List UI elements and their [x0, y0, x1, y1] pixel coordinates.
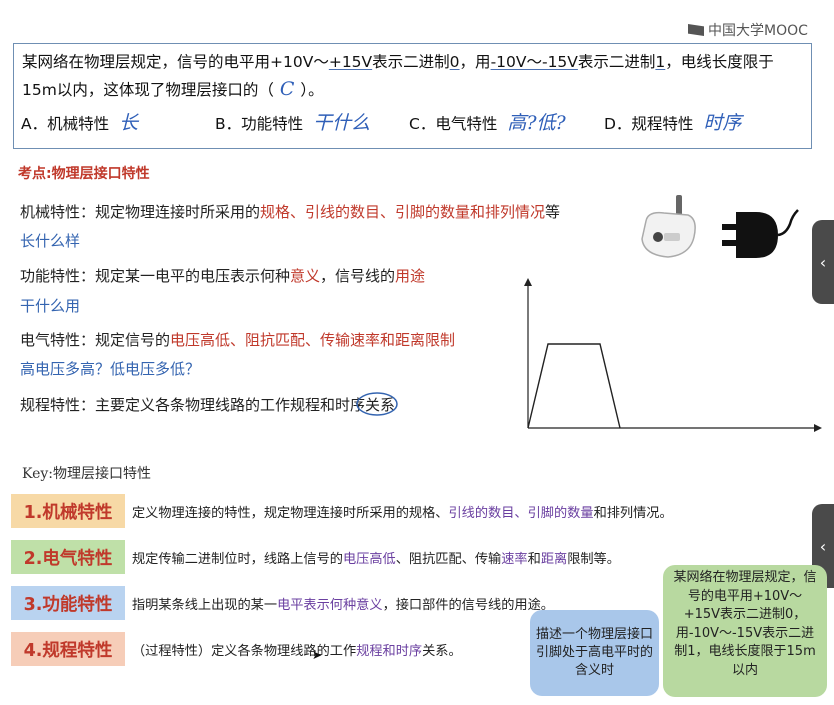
handwritten-note: 长: [119, 112, 139, 134]
signal-waveform-diagram: [524, 278, 822, 432]
key-title: Key:物理层接口特性: [22, 466, 151, 482]
side-panel-toggle-top[interactable]: ‹: [812, 220, 834, 304]
question-text: 表示二进制: [372, 53, 450, 71]
question-line-1: 某网络在物理层规定，信号的电平用+10V～+15V表示二进制0，用-10V～-1…: [22, 50, 774, 72]
key-desc-electrical: 规定传输二进制位时，线路上信号的电压高低、阻抗匹配、传输速率和距离限制等。: [132, 552, 620, 567]
handwritten-note: 时序: [703, 112, 742, 134]
option-c: C．电气特性 高?低?: [409, 112, 566, 134]
chevron-left-icon: ‹: [819, 536, 827, 556]
procedural-definition: 规程特性：主要定义各条物理线路的工作规程和时序关系: [20, 396, 396, 414]
handwritten-answer: C: [279, 78, 295, 100]
mouse-cursor-icon: ➤: [312, 648, 323, 662]
electrical-subtitle: 高电压多高？低电压多低？: [20, 360, 201, 378]
topic-title: 考点:物理层接口特性: [18, 166, 150, 182]
handwritten-note: 高?低?: [507, 112, 566, 134]
badge-mechanical: 1.机械特性: [11, 494, 125, 528]
badge-electrical: 2.电气特性: [11, 540, 125, 574]
question-text: ）。: [300, 81, 324, 99]
annotation-bubble-green: 某网络在物理层规定，信号的电平用+10V～+15V表示二进制0，用-10V～-1…: [663, 565, 827, 697]
power-plug-icon: [641, 195, 696, 258]
and-gate-icon: [722, 209, 799, 258]
option-b: B．功能特性 干什么: [215, 112, 371, 134]
option-d: D．规程特性 时序: [604, 112, 742, 134]
question-line-2: 15m以内，这体现了物理层接口的（ C ）。: [22, 78, 324, 100]
mechanical-definition: 机械特性：规定物理连接时所采用的规格、引线的数目、引脚的数量和排列情况等: [20, 203, 561, 221]
mechanical-subtitle: 长什么样: [20, 232, 81, 250]
question-text: 15m以内，这体现了物理层接口的（: [22, 81, 274, 99]
question-text: ，用: [459, 53, 491, 71]
key-desc-procedural: （过程特性）定义各条物理线路的工作规程和时序关系。: [132, 644, 462, 659]
mooc-logo-text: 中国大学MOOC: [708, 23, 808, 39]
chevron-left-icon: ‹: [819, 252, 827, 272]
mooc-logo-icon: [688, 24, 704, 36]
question-text: 0: [449, 53, 460, 71]
question-text: 1: [655, 53, 666, 71]
key-desc-functional: 指明某条线上出现的某一电平表示何种意义，接口部件的信号线的用途。: [132, 598, 554, 613]
question-text: 表示二进制: [577, 53, 656, 71]
functional-subtitle: 干什么用: [20, 297, 81, 315]
key-desc-mechanical: 定义物理连接的特性，规定物理连接时所采用的规格、引线的数目、引脚的数量和排列情况…: [132, 506, 673, 521]
question-text: ，电线长度限于: [665, 53, 774, 71]
annotation-bubble-blue: 描述一个物理层接口引脚处于高电平时的含义时: [530, 610, 659, 696]
mooc-logo: 中国大学MOOC: [688, 20, 808, 40]
handwritten-note: 干什么: [313, 112, 371, 134]
question-text: 某网络在物理层规定，信号的电平用+10V～: [22, 53, 329, 71]
option-a: A．机械特性长: [21, 112, 139, 134]
handwritten-circle: [356, 392, 398, 416]
functional-definition: 功能特性：规定某一电平的电压表示何种意义，信号线的用途: [20, 267, 426, 285]
question-text: -10V～-15V: [490, 53, 578, 71]
question-text: +15V: [328, 53, 373, 71]
electrical-definition: 电气特性：规定信号的电压高低、阻抗匹配、传输速率和距离限制: [20, 331, 456, 349]
badge-functional: 3.功能特性: [11, 586, 125, 620]
badge-procedural: 4.规程特性: [11, 632, 125, 666]
